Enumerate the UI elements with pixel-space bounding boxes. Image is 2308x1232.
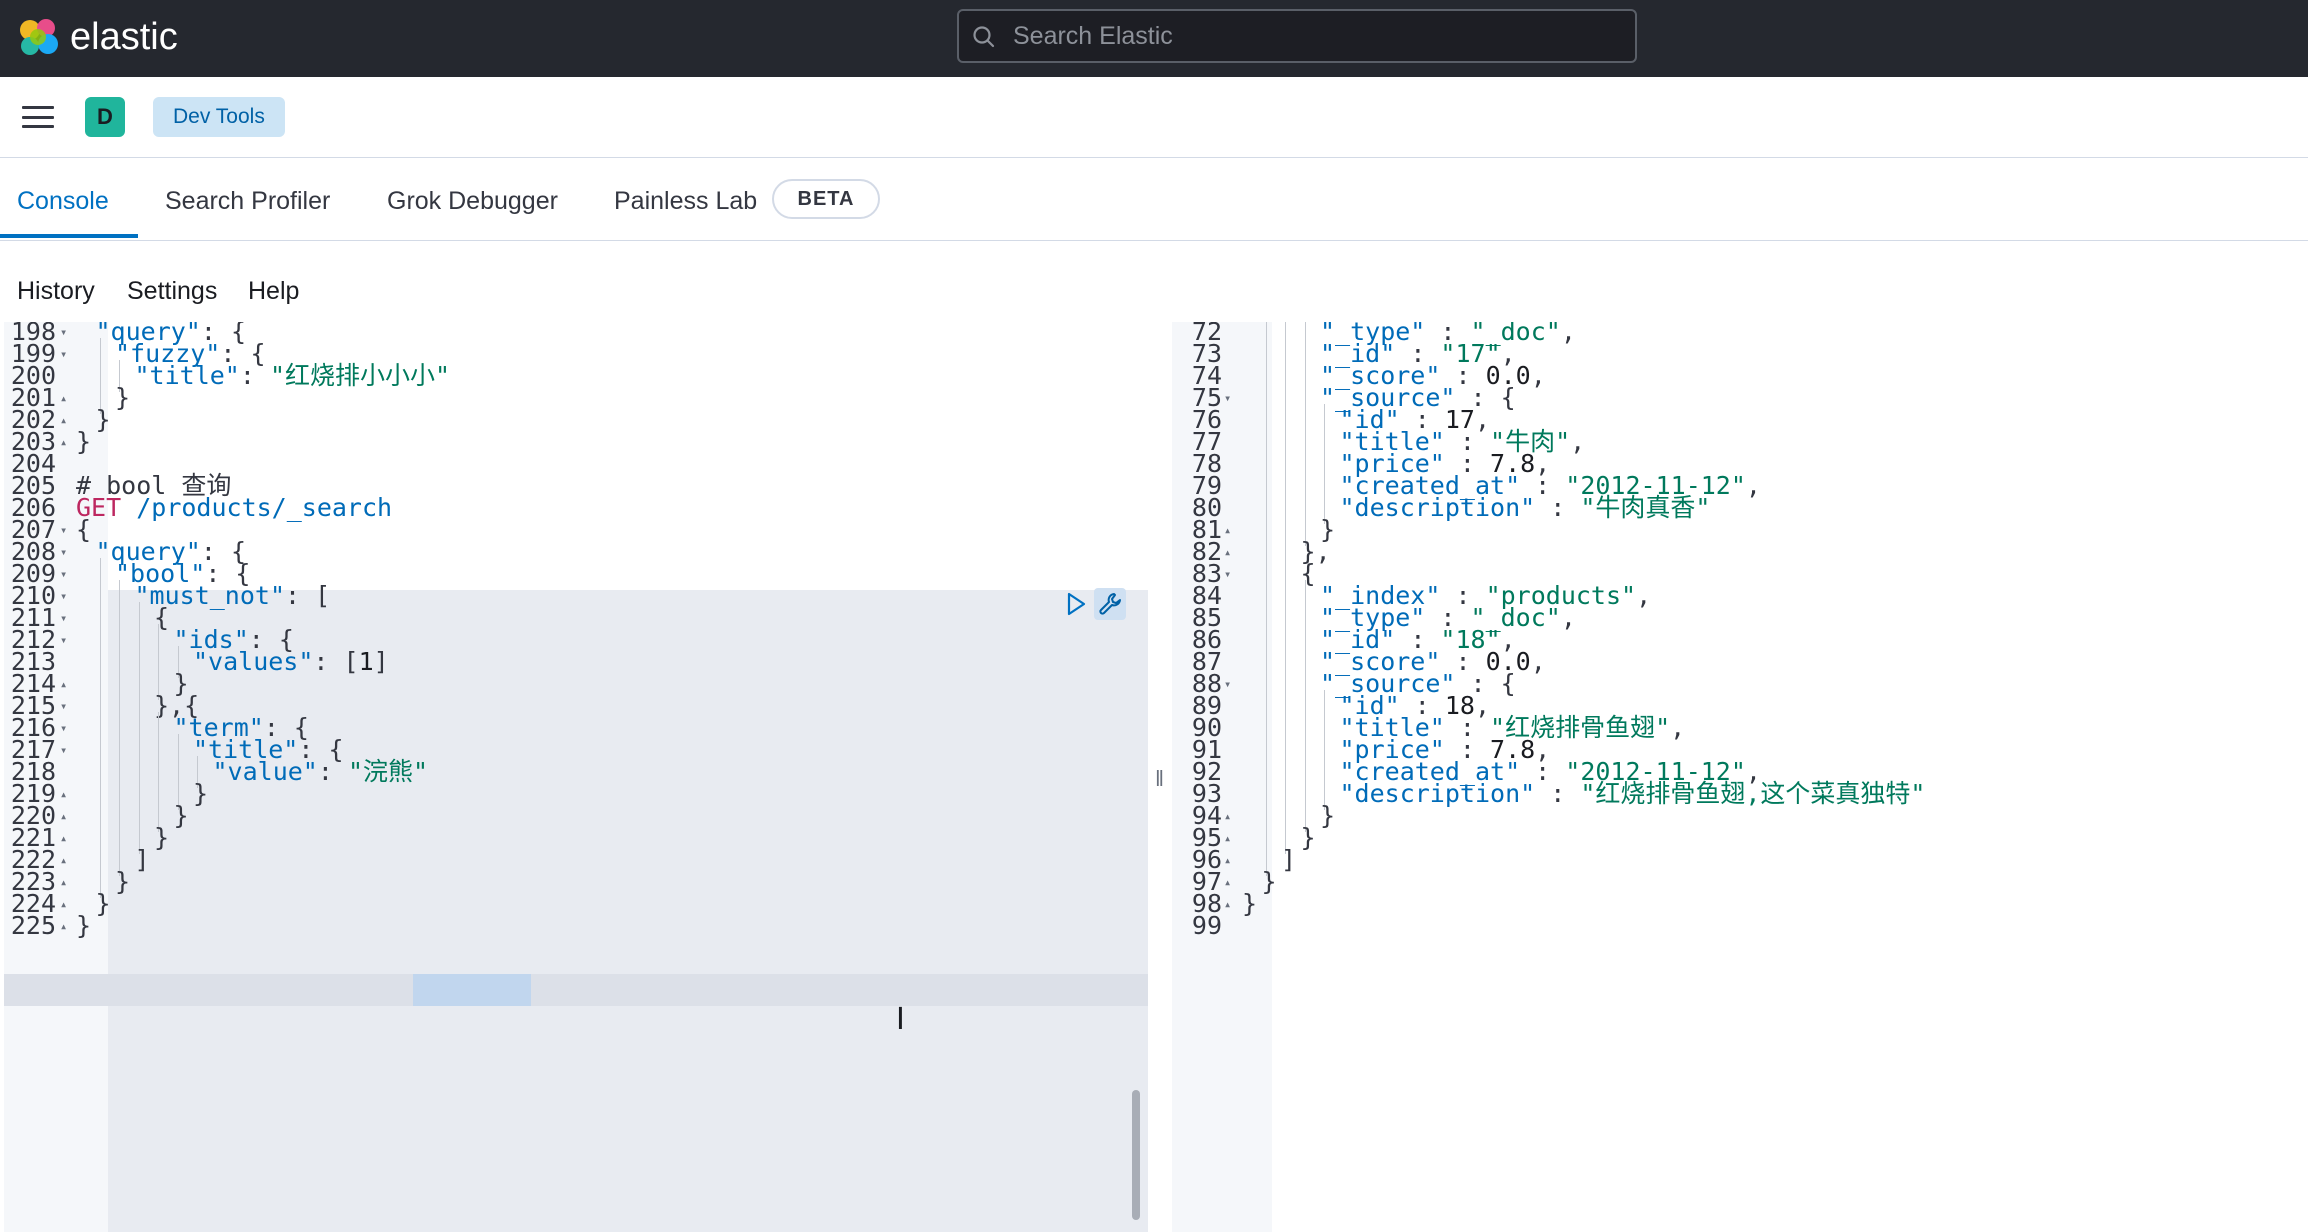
current-line-highlight (4, 974, 1148, 1006)
tab-search-profiler[interactable]: Search Profiler (165, 158, 330, 240)
search-input[interactable]: Search Elastic (957, 9, 1637, 63)
text-cursor-icon: I (896, 1002, 905, 1037)
tab-grok-debugger[interactable]: Grok Debugger (387, 158, 558, 240)
active-tab-indicator (0, 234, 138, 238)
brand-name: elastic (70, 16, 178, 58)
search-icon (973, 26, 995, 48)
resize-handle-icon[interactable]: ‖ (1155, 766, 1164, 792)
tab-painless-lab[interactable]: Painless Lab (614, 158, 757, 240)
tab-console[interactable]: Console (17, 158, 109, 240)
menu-history[interactable]: History (17, 274, 95, 308)
editor-scrollbar[interactable] (1132, 1090, 1140, 1220)
line-number: 99 (1191, 911, 1222, 940)
tab-bar: Console Search Profiler Grok Debugger Pa… (0, 158, 2308, 241)
response-output[interactable]: 72 "_type" : "_doc", 73 "_id" : "17", 74 "_sc… (1172, 322, 2308, 1232)
request-editor[interactable]: 198 ▾ "query": {199 ▾ "fuzzy": {200 "title": … (4, 322, 1148, 1232)
output-line: 99 (1172, 910, 2308, 942)
menu-settings[interactable]: Settings (127, 274, 217, 308)
menu-help[interactable]: Help (248, 274, 299, 308)
pane-resizer[interactable]: ‖ (1148, 322, 1172, 1232)
beta-badge: BETA (772, 179, 880, 219)
code-text: } (76, 911, 92, 940)
fold-arrow-up-icon[interactable]: ▴ (60, 910, 67, 942)
top-bar: elastic Search Elastic (0, 0, 2308, 77)
breadcrumb-bar: D Dev Tools (0, 77, 2308, 158)
editor-line: 225 ▴} (4, 910, 1148, 942)
line-number: 225 (10, 911, 56, 940)
search-placeholder: Search Elastic (1013, 22, 1173, 50)
elastic-logo-icon[interactable] (16, 16, 60, 60)
text-selection (413, 974, 531, 1006)
breadcrumb[interactable]: Dev Tools (153, 97, 285, 137)
menu-icon[interactable] (22, 106, 54, 128)
space-avatar[interactable]: D (85, 97, 125, 137)
